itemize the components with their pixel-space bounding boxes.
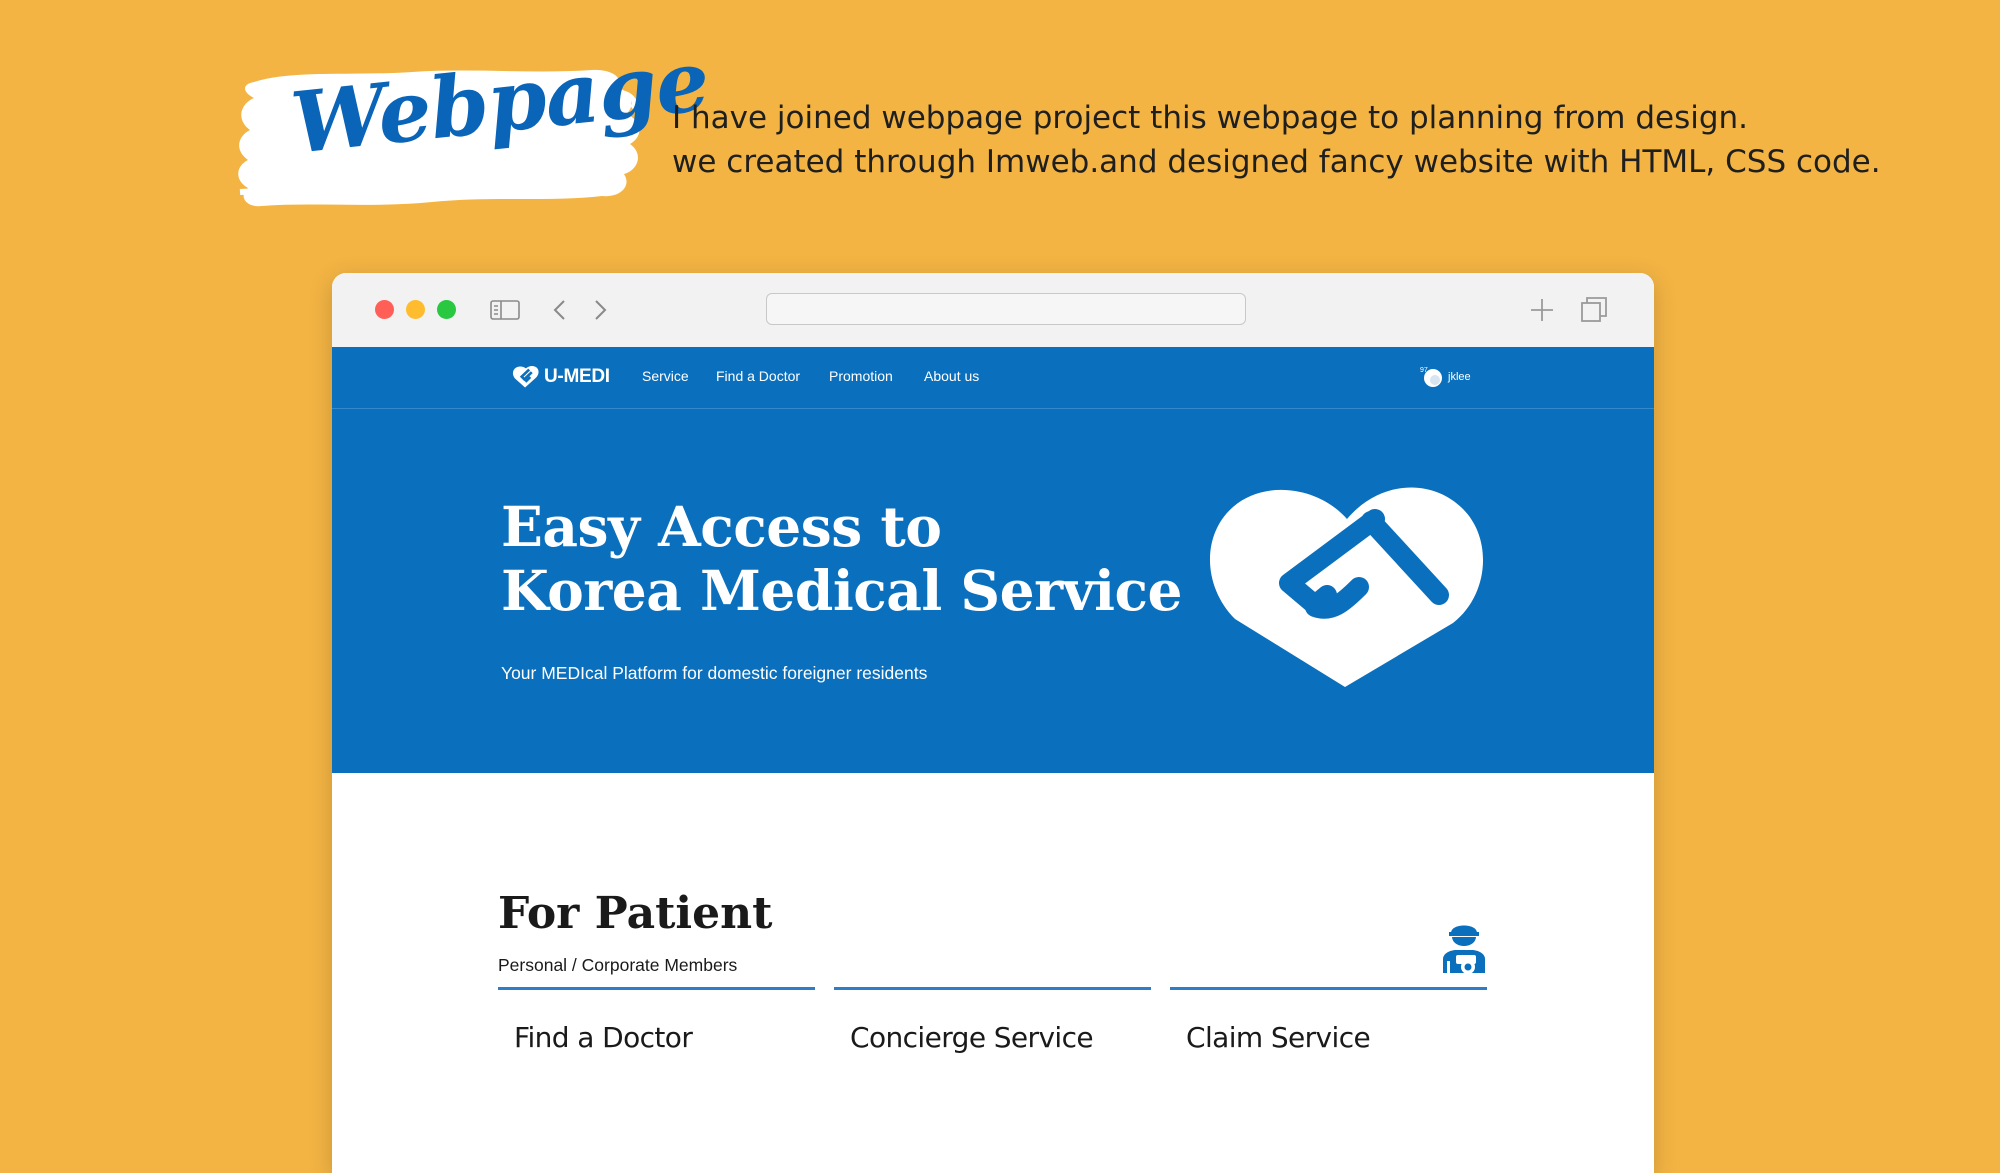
hero-banner: Easy Access to Korea Medical Service You… [332, 409, 1654, 773]
card-label: Concierge Service [850, 1021, 1094, 1054]
hero-title-line-1: Easy Access to [501, 494, 942, 559]
logo-text: U-MEDI [544, 366, 610, 387]
card-concierge-service[interactable]: Concierge Service [834, 987, 1151, 1054]
description-line-1: I have joined webpage project this webpa… [672, 100, 1749, 136]
patient-subtitle: Personal / Corporate Members [498, 955, 738, 975]
sidebar-icon[interactable] [490, 300, 520, 320]
back-arrow-icon[interactable] [552, 299, 568, 321]
card-label: Find a Doctor [514, 1021, 693, 1054]
browser-window: U-MEDI Service Find a Doctor Promotion A… [332, 273, 1654, 1173]
webpage-badge: Webpage [232, 31, 713, 216]
tabs-overview-icon[interactable] [1580, 296, 1608, 324]
zoom-window-icon[interactable] [437, 300, 456, 319]
card-rule [1170, 987, 1487, 990]
forward-arrow-icon[interactable] [592, 299, 608, 321]
address-bar[interactable] [766, 293, 1246, 325]
card-find-a-doctor[interactable]: Find a Doctor [498, 987, 815, 1054]
minimize-window-icon[interactable] [406, 300, 425, 319]
nav-about-us[interactable]: About us [924, 368, 979, 384]
user-name: jklee [1448, 371, 1471, 383]
user-avatar-icon: 97 [1420, 367, 1442, 387]
card-rule [498, 987, 815, 990]
site-navigation: U-MEDI Service Find a Doctor Promotion A… [332, 347, 1654, 409]
hero-subtitle: Your MEDIcal Platform for domestic forei… [501, 663, 928, 683]
close-window-icon[interactable] [375, 300, 394, 319]
nav-promotion[interactable]: Promotion [829, 368, 893, 384]
description-line-2: we created through Imweb.and designed fa… [672, 144, 1881, 180]
patient-icon [1443, 925, 1485, 974]
badge-title: Webpage [286, 30, 713, 173]
hero-title-line-2: Korea Medical Service [501, 558, 1182, 623]
svg-text:97: 97 [1420, 367, 1428, 374]
patient-title: For Patient [498, 888, 773, 939]
card-label: Claim Service [1186, 1021, 1371, 1054]
new-tab-icon[interactable] [1529, 297, 1555, 323]
nav-find-a-doctor[interactable]: Find a Doctor [716, 368, 800, 384]
nav-service[interactable]: Service [642, 368, 689, 384]
card-rule [834, 987, 1151, 990]
site-logo[interactable]: U-MEDI [512, 364, 610, 390]
card-claim-service[interactable]: Claim Service [1170, 987, 1487, 1054]
hero-title: Easy Access to Korea Medical Service [501, 495, 1182, 623]
browser-toolbar [332, 273, 1654, 348]
for-patient-section: For Patient Personal / Corporate Members… [332, 773, 1654, 1173]
project-description: I have joined webpage project this webpa… [672, 96, 1972, 184]
user-menu[interactable]: 97 jklee [1420, 365, 1471, 389]
heart-handshake-logo-icon [1209, 487, 1484, 687]
u-medi-logo-icon [512, 365, 539, 388]
